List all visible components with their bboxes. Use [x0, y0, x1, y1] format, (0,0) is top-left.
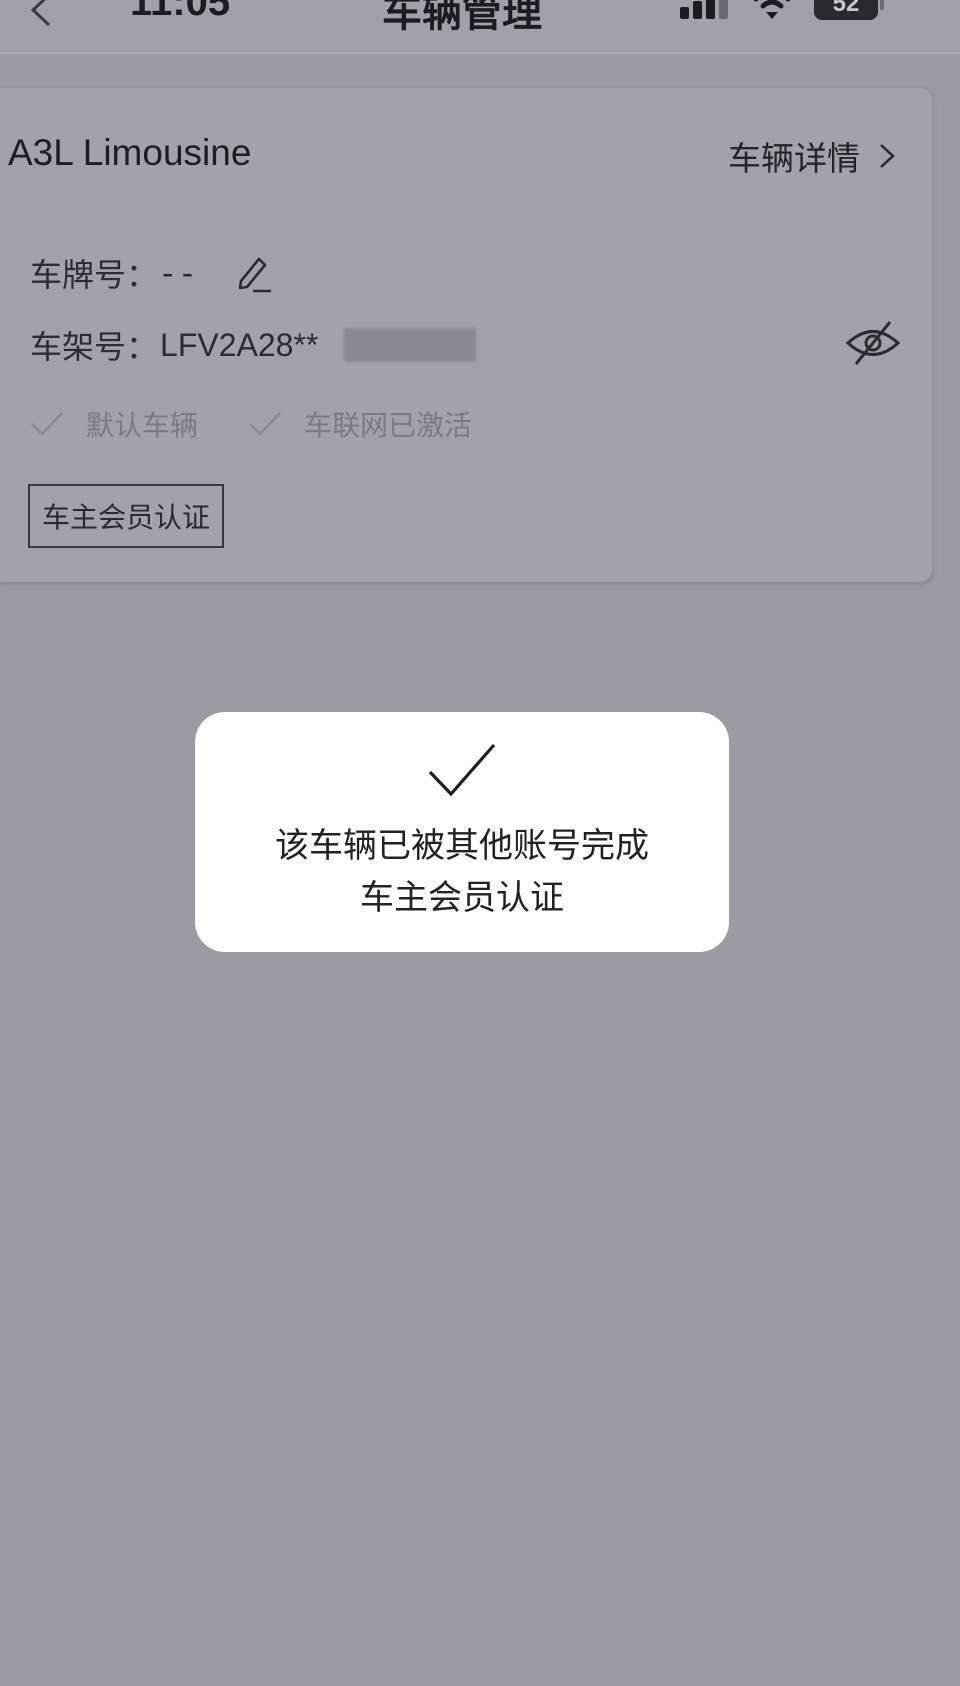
- owner-member-verification-button[interactable]: 车主会员认证: [28, 484, 224, 548]
- plate-number-label: 车牌号：: [30, 256, 159, 294]
- toggle-vin-visibility-button[interactable]: [844, 318, 902, 372]
- vehicle-details-link[interactable]: 车辆详情: [728, 132, 896, 180]
- vin-redacted-block: [344, 328, 477, 362]
- edit-plate-button[interactable]: [231, 251, 275, 295]
- tag-label: 默认车辆: [86, 409, 199, 442]
- toast-dialog: 该车辆已被其他账号完成 车主会员认证: [195, 712, 729, 952]
- tag-default-vehicle: 默认车辆: [30, 404, 198, 444]
- plate-number-value: --: [162, 254, 202, 292]
- vehicle-management-screen: 11:05 车辆管理 52 A3L Limousine 车辆详情 车牌号： --…: [0, 0, 960, 1686]
- plate-number-row: 车牌号： --: [30, 250, 275, 296]
- navigation-bar: 11:05 车辆管理 52: [0, 0, 960, 54]
- status-time: 11:05: [130, 0, 231, 24]
- tag-label: 车联网已激活: [304, 409, 473, 442]
- back-button[interactable]: [16, 0, 68, 36]
- vin-row: 车架号： LFV2A28**: [30, 322, 477, 368]
- check-icon: [249, 412, 281, 436]
- toast-message-line-1: 该车辆已被其他账号完成: [275, 826, 649, 866]
- page-title: 车辆管理: [382, 0, 542, 36]
- battery-icon: 52: [814, 0, 884, 20]
- vehicle-card: A3L Limousine 车辆详情 车牌号： -- 车架号： LFV2A28*…: [0, 88, 932, 582]
- check-icon: [428, 743, 496, 797]
- chevron-right-icon: [880, 144, 895, 168]
- pencil-icon: [238, 257, 272, 293]
- tag-connected-activated: 车联网已激活: [248, 404, 472, 444]
- toast-message-line-2: 车主会员认证: [360, 878, 564, 918]
- signal-icon: [680, 0, 728, 19]
- toast-message: 该车辆已被其他账号完成 车主会员认证: [275, 820, 649, 924]
- vehicle-status-tags: 默认车辆 车联网已激活: [30, 404, 472, 444]
- wifi-icon: [753, 0, 791, 19]
- chevron-left-icon: [30, 0, 51, 27]
- check-icon: [31, 412, 63, 436]
- status-icons: 52: [680, 0, 884, 20]
- vin-value: LFV2A28**: [160, 326, 319, 363]
- eye-off-icon: [845, 321, 901, 365]
- vehicle-details-label: 车辆详情: [728, 139, 860, 178]
- vin-label: 车架号：: [30, 328, 159, 366]
- vehicle-model-name: A3L Limousine: [8, 132, 252, 173]
